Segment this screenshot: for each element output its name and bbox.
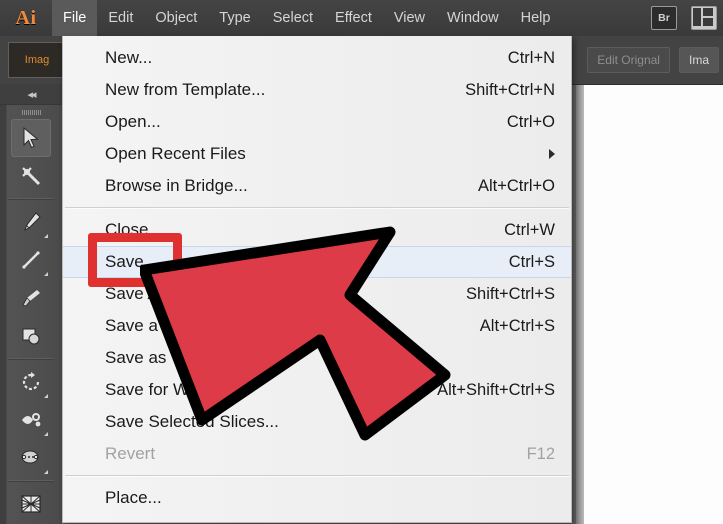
menu-item-save-selected-slices[interactable]: Save Selected Slices...: [63, 406, 571, 438]
file-menu-dropdown[interactable]: New... Ctrl+N New from Template... Shift+Ct…: [62, 36, 572, 523]
collapse-panel-button[interactable]: ◂◂: [0, 84, 62, 105]
tool-separator: [8, 358, 54, 360]
menu-item-label: Save a Copy...: [105, 316, 216, 335]
menu-item-close[interactable]: Close Ctrl+W: [63, 214, 571, 246]
menubar-item-type[interactable]: Type: [208, 0, 261, 36]
menu-item-save-as-template[interactable]: Save as Template...: [63, 342, 571, 374]
menubar-item-help[interactable]: Help: [510, 0, 562, 36]
menu-item-shortcut: Alt+Shift+Ctrl+S: [437, 380, 555, 399]
menu-item-place[interactable]: Place...: [63, 482, 571, 514]
paintbrush-tool[interactable]: [11, 279, 51, 317]
menu-item-label: New from Template...: [105, 80, 266, 99]
linked-image-thumbnail[interactable]: Imag: [8, 42, 66, 78]
menu-item-shortcut: Shift+Ctrl+S: [466, 284, 555, 303]
menu-item-label: Browse in Bridge...: [105, 176, 248, 195]
selection-tool[interactable]: [11, 119, 51, 157]
workspace-switcher-icon[interactable]: [691, 6, 717, 30]
menu-bar-right: Br: [644, 6, 723, 30]
tool-separator: [8, 198, 54, 200]
menu-item-label: Save for Web...: [105, 380, 222, 399]
menu-item-label: Save as Template...: [105, 348, 254, 367]
perspective-grid-tool[interactable]: [11, 485, 51, 523]
submenu-arrow-icon: [549, 149, 555, 159]
menu-item-label: Open...: [105, 112, 161, 131]
menu-item-shortcut: Alt+Ctrl+S: [479, 316, 555, 335]
artboard[interactable]: [584, 84, 723, 524]
menu-item-label: Save As...: [105, 284, 182, 303]
menu-item-label: New...: [105, 48, 153, 67]
menu-item-shortcut: Ctrl+N: [507, 48, 555, 67]
menu-item-label: Save: [105, 252, 144, 271]
bridge-icon[interactable]: Br: [651, 6, 677, 30]
menu-item-shortcut: Ctrl+S: [508, 252, 555, 271]
tool-separator: [8, 480, 54, 482]
menu-item-shortcut: Ctrl+W: [504, 220, 555, 239]
canvas-edge: [576, 84, 584, 524]
menu-item-revert: Revert F12: [63, 438, 571, 470]
menubar-item-select[interactable]: Select: [262, 0, 324, 36]
menu-item-label: Revert: [105, 444, 156, 463]
app-logo-icon: Ai: [15, 6, 37, 29]
menu-item-new[interactable]: New... Ctrl+N: [63, 42, 571, 74]
menu-item-label: Place...: [105, 488, 162, 507]
control-bar-right: Edit Orignal Ima: [578, 47, 723, 73]
menubar-item-view[interactable]: View: [383, 0, 436, 36]
illustrator-window: ◂◂ Imag Edit Orignal Ima Ai File Edit Obje…: [0, 0, 723, 524]
rotate-tool[interactable]: [11, 363, 51, 401]
menu-item-shortcut: Ctrl+O: [506, 112, 555, 131]
menu-item-browse-in-bridge[interactable]: Browse in Bridge... Alt+Ctrl+O: [63, 170, 571, 202]
menubar-item-effect[interactable]: Effect: [324, 0, 383, 36]
menu-item-save-for-web[interactable]: Save for Web... Alt+Shift+Ctrl+S: [63, 374, 571, 406]
menubar-item-object[interactable]: Object: [144, 0, 208, 36]
menubar-item-file[interactable]: File: [52, 0, 98, 36]
magic-wand-tool[interactable]: [11, 157, 51, 195]
menu-item-save-a-copy[interactable]: Save a Copy... Alt+Ctrl+S: [63, 310, 571, 342]
free-transform-tool[interactable]: [11, 439, 51, 477]
pen-tool[interactable]: [11, 203, 51, 241]
panel-grip: [0, 105, 62, 119]
menu-item-open-recent-files[interactable]: Open Recent Files: [63, 138, 571, 170]
menu-item-label: Open Recent Files: [105, 144, 246, 163]
menu-item-label: Save Selected Slices...: [105, 412, 279, 431]
menu-item-open[interactable]: Open... Ctrl+O: [63, 106, 571, 138]
menu-separator: [65, 207, 569, 209]
menu-item-shortcut: Shift+Ctrl+N: [465, 80, 555, 99]
tools-panel[interactable]: ◂◂: [0, 84, 62, 524]
edit-original-button[interactable]: Edit Orignal: [587, 47, 670, 73]
menu-item-shortcut: F12: [526, 444, 555, 463]
menubar-item-edit[interactable]: Edit: [97, 0, 144, 36]
shape-builder-tool[interactable]: [11, 317, 51, 355]
width-tool[interactable]: [11, 401, 51, 439]
menu-item-save[interactable]: Save Ctrl+S: [63, 246, 571, 278]
image-trace-button[interactable]: Ima: [678, 47, 719, 73]
menu-item-shortcut: Alt+Ctrl+O: [477, 176, 555, 195]
linked-image-label: Imag: [24, 54, 50, 66]
line-segment-tool[interactable]: [11, 241, 51, 279]
menubar-item-window[interactable]: Window: [436, 0, 510, 36]
menu-item-label: Close: [105, 220, 149, 239]
menu-item-save-as[interactable]: Save As... Shift+Ctrl+S: [63, 278, 571, 310]
menu-bar: Ai File Edit Object Type Select Effect View Win…: [0, 0, 723, 36]
menu-separator: [65, 475, 569, 477]
menu-item-new-from-template[interactable]: New from Template... Shift+Ctrl+N: [63, 74, 571, 106]
